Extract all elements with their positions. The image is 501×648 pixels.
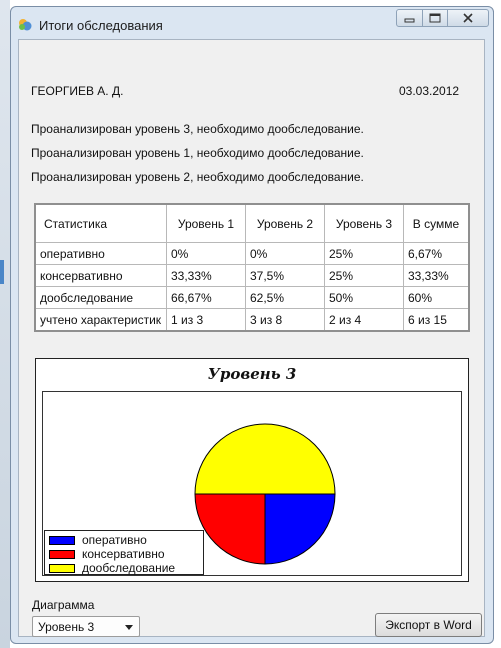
column-header[interactable]: Уровень 3 bbox=[324, 203, 404, 243]
desktop-accent bbox=[0, 260, 4, 284]
table-row[interactable]: оперативно 0% 0% 25% 6,67% bbox=[34, 242, 470, 265]
plot-area: оперативно консервативно дообследование bbox=[42, 391, 462, 576]
diagram-label: Диаграмма bbox=[32, 598, 95, 612]
table-row[interactable]: дообследование 66,67% 62,5% 50% 60% bbox=[34, 286, 470, 309]
legend-label: консервативно bbox=[82, 547, 165, 561]
chart-title: Уровень 3 bbox=[207, 365, 297, 383]
table-cell[interactable]: учтено характеристик bbox=[34, 308, 167, 332]
desktop-background bbox=[0, 0, 10, 648]
close-button[interactable] bbox=[447, 9, 489, 27]
diagram-select-value: Уровень 3 bbox=[38, 620, 95, 634]
table-cell[interactable]: 66,67% bbox=[166, 286, 246, 309]
column-header[interactable]: Уровень 2 bbox=[245, 203, 325, 243]
table-cell[interactable]: оперативно bbox=[34, 242, 167, 265]
window-title: Итоги обследования bbox=[39, 18, 163, 33]
table-cell[interactable]: 0% bbox=[166, 242, 246, 265]
results-window: Итоги обследования ГЕОРГИЕВ А. Д. 03.03.… bbox=[10, 6, 494, 644]
close-icon bbox=[463, 13, 473, 23]
table-cell[interactable]: 62,5% bbox=[245, 286, 325, 309]
diagram-select[interactable]: Уровень 3 bbox=[32, 616, 140, 637]
minimize-icon bbox=[404, 18, 415, 23]
legend-swatch bbox=[49, 550, 75, 559]
analysis-message: Проанализирован уровень 1, необходимо до… bbox=[31, 146, 364, 160]
table-header-row: Статистика Уровень 1 Уровень 2 Уровень 3… bbox=[34, 203, 470, 243]
maximize-icon bbox=[429, 13, 441, 23]
statistics-table: Статистика Уровень 1 Уровень 2 Уровень 3… bbox=[34, 203, 470, 332]
table-cell[interactable]: консервативно bbox=[34, 264, 167, 287]
legend-label: оперативно bbox=[82, 533, 147, 547]
title-bar[interactable]: Итоги обследования bbox=[11, 7, 493, 41]
table-cell[interactable]: 25% bbox=[324, 242, 404, 265]
maximize-button[interactable] bbox=[422, 9, 448, 27]
pie-slice-оперативно bbox=[264, 493, 336, 565]
exam-date: 03.03.2012 bbox=[399, 84, 460, 98]
table-cell[interactable]: 25% bbox=[324, 264, 404, 287]
chart-panel: Уровень 3 оперативно консервативно дообс… bbox=[35, 358, 469, 582]
column-header[interactable]: Уровень 1 bbox=[166, 203, 246, 243]
app-icon bbox=[19, 19, 32, 31]
table-cell[interactable]: 33,33% bbox=[403, 264, 470, 287]
column-header[interactable]: В сумме bbox=[403, 203, 470, 243]
patient-name: ГЕОРГИЕВ А. Д. bbox=[31, 84, 124, 98]
pie-slice-консервативно bbox=[194, 493, 266, 565]
chart-legend: оперативно консервативно дообследование bbox=[44, 530, 204, 575]
table-cell[interactable]: 3 из 8 bbox=[245, 308, 325, 332]
table-row[interactable]: учтено характеристик 1 из 3 3 из 8 2 из … bbox=[34, 308, 470, 332]
table-cell[interactable]: дообследование bbox=[34, 286, 167, 309]
table-cell[interactable]: 2 из 4 bbox=[324, 308, 404, 332]
table-row[interactable]: консервативно 33,33% 37,5% 25% 33,33% bbox=[34, 264, 470, 287]
analysis-message: Проанализирован уровень 2, необходимо до… bbox=[31, 170, 364, 184]
legend-label: дообследование bbox=[82, 561, 176, 575]
table-cell[interactable]: 60% bbox=[403, 286, 470, 309]
table-cell[interactable]: 37,5% bbox=[245, 264, 325, 287]
chevron-down-icon bbox=[125, 625, 133, 630]
table-cell[interactable]: 1 из 3 bbox=[166, 308, 246, 332]
export-word-button[interactable]: Экспорт в Word bbox=[375, 613, 482, 637]
client-area: ГЕОРГИЕВ А. Д. 03.03.2012 Проанализирова… bbox=[18, 39, 485, 637]
table-cell[interactable]: 6,67% bbox=[403, 242, 470, 265]
table-cell[interactable]: 0% bbox=[245, 242, 325, 265]
pie-slice-дообследование bbox=[194, 423, 336, 495]
analysis-message: Проанализирован уровень 3, необходимо до… bbox=[31, 122, 364, 136]
table-cell[interactable]: 6 из 15 bbox=[403, 308, 470, 332]
legend-swatch bbox=[49, 564, 75, 573]
legend-swatch bbox=[49, 536, 75, 545]
table-cell[interactable]: 33,33% bbox=[166, 264, 246, 287]
column-header[interactable]: Статистика bbox=[34, 203, 167, 243]
minimize-button[interactable] bbox=[396, 9, 423, 27]
table-cell[interactable]: 50% bbox=[324, 286, 404, 309]
